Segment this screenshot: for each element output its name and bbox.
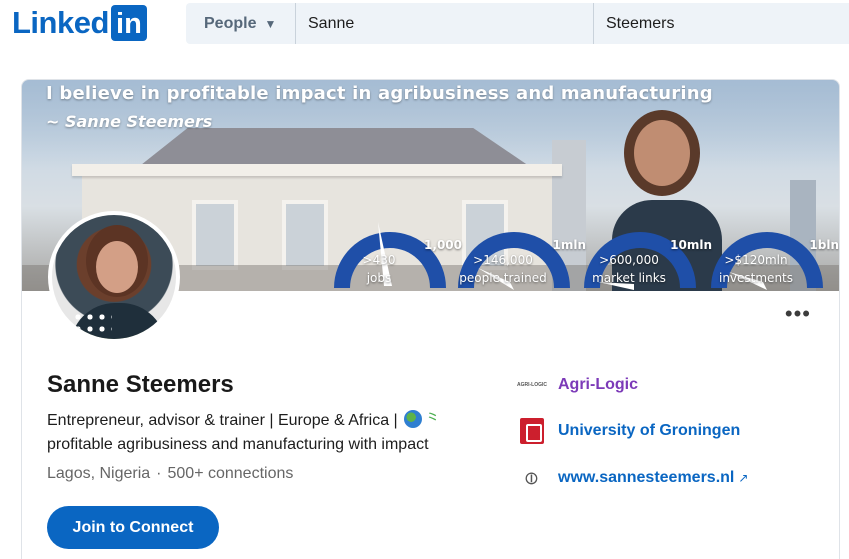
gauge-caption: people trained (459, 271, 547, 285)
gauge-caption: market links (592, 271, 666, 285)
more-options-button[interactable]: ••• (785, 303, 811, 325)
banner-quote-author: ~ Sanne Steemers (46, 112, 213, 131)
profile-location: Lagos, Nigeria (47, 465, 151, 482)
gauge-caption: jobs (366, 271, 392, 285)
agri-logic-logo-icon: AGRI-LOGIC (517, 382, 547, 388)
caret-down-icon: ▼ (264, 16, 277, 31)
last-name-input[interactable]: Steemers (594, 3, 849, 44)
seedling-icon: ⺀ (424, 410, 442, 429)
website-link[interactable]: ⊘ www.sannesteemers.nl ↗ (519, 465, 748, 491)
gauge-market-links: 10mln >600,000 market links (584, 208, 714, 291)
website-url: www.sannesteemers.nl (558, 469, 735, 486)
gauge-max-label: 10mln (670, 238, 712, 252)
link-icon: ⊘ (519, 465, 545, 491)
search-filter-dropdown[interactable]: People ▼ (186, 3, 296, 44)
banner-window (192, 200, 238, 270)
university-logo-icon (519, 418, 545, 444)
profile-connections[interactable]: 500+ connections (168, 465, 294, 482)
external-link-icon: ↗ (738, 471, 749, 485)
profile-headline: Entrepreneur, advisor & trainer | Europe… (47, 405, 441, 430)
top-bar: Linked in People ▼ Sanne Steemers (0, 0, 849, 48)
globe-icon (404, 410, 423, 428)
gauge-investments: 1bln >$120mln investments (711, 208, 839, 291)
banner-building-cornice (72, 164, 562, 176)
profile-headline-continued: profitable agribusiness and manufacturin… (47, 436, 429, 453)
company-name: Agri-Logic (558, 376, 638, 393)
banner-window (282, 200, 328, 270)
university-name: University of Groningen (558, 422, 741, 439)
gauge-max-label: 1,000 (424, 238, 462, 252)
linkedin-logo[interactable]: Linked in (12, 5, 147, 41)
avatar-face (96, 241, 138, 293)
headline-text: Entrepreneur, advisor & trainer | Europe… (47, 412, 398, 429)
people-search-bar: People ▼ Sanne Steemers (186, 3, 849, 44)
profile-location-line: Lagos, Nigeria · 500+ connections (47, 465, 293, 483)
profile-name: Sanne Steemers (47, 371, 234, 398)
avatar-flowers (72, 311, 112, 339)
gauge-value: >600,000 (599, 253, 659, 267)
join-to-connect-button[interactable]: Join to Connect (47, 506, 219, 549)
gauge-value: >146,000 (473, 253, 533, 267)
logo-wordmark: Linked (12, 5, 109, 40)
profile-card: I believe in profitable impact in agribu… (21, 79, 840, 559)
search-filter-label: People (204, 14, 257, 32)
first-name-input[interactable]: Sanne (296, 3, 594, 44)
gauge-max-label: 1mln (552, 238, 586, 252)
separator-dot: · (156, 465, 162, 482)
profile-avatar[interactable] (48, 211, 180, 343)
gauge-value: >$120mln (724, 253, 788, 267)
banner-quote: I believe in profitable impact in agribu… (46, 83, 713, 104)
gauge-max-label: 1bln (809, 238, 839, 252)
gauge-value: >430 (362, 253, 396, 267)
gauge-caption: investments (718, 271, 793, 285)
banner-person-head (634, 120, 690, 186)
education-link[interactable]: University of Groningen (519, 418, 740, 444)
current-company-link[interactable]: AGRI-LOGIC Agri-Logic (517, 372, 638, 398)
logo-in-box: in (110, 5, 147, 41)
